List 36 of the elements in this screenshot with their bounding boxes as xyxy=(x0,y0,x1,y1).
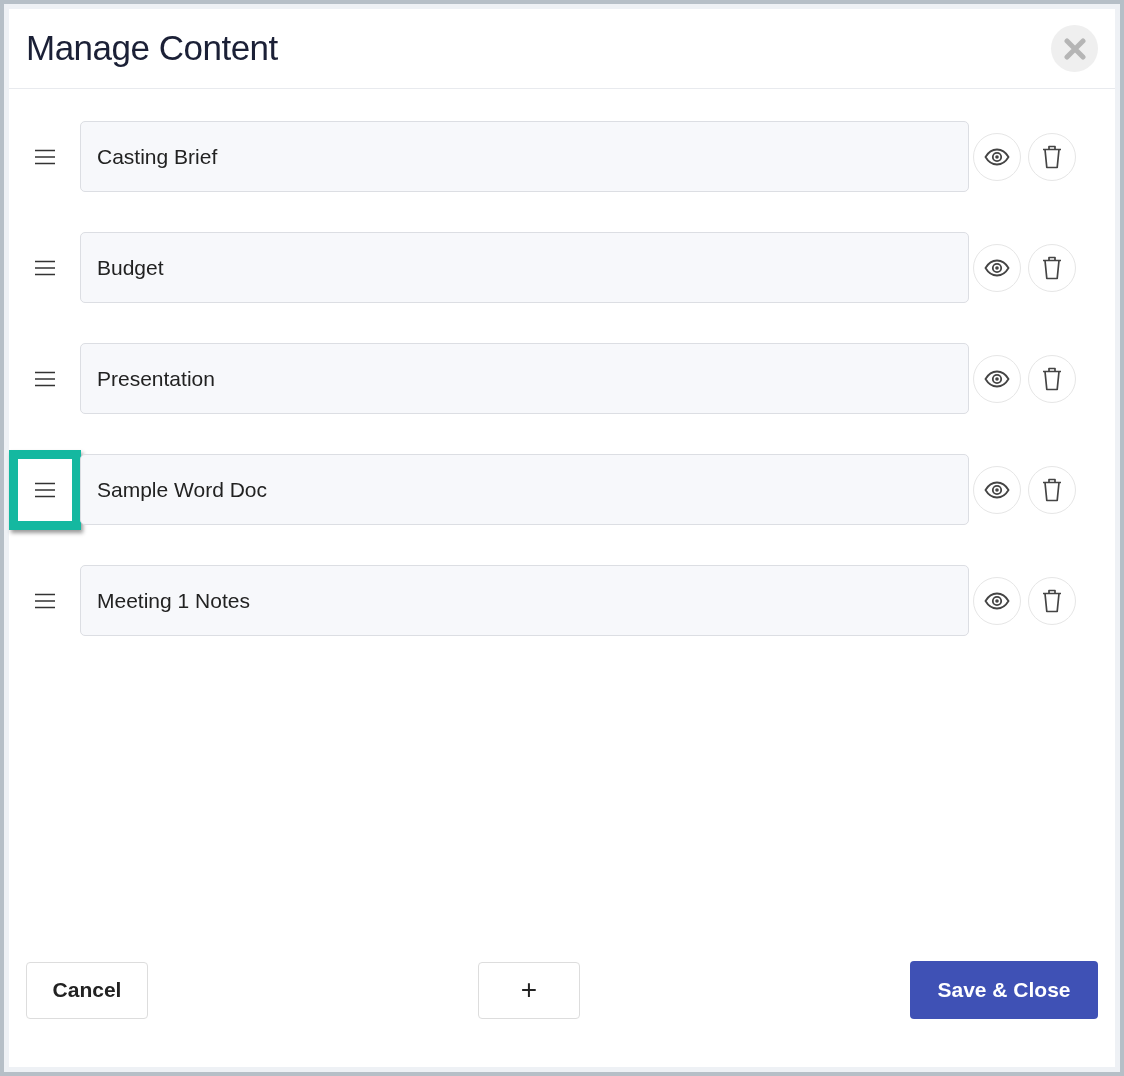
drag-handle-icon xyxy=(34,592,56,609)
delete-button[interactable] xyxy=(1028,132,1076,181)
drag-handle-icon xyxy=(34,481,56,498)
item-name-field[interactable]: Presentation xyxy=(80,343,969,414)
trash-icon xyxy=(1042,366,1062,391)
eye-icon xyxy=(984,591,1010,610)
delete-button[interactable] xyxy=(1028,243,1076,292)
trash-icon xyxy=(1042,588,1062,613)
dialog-title: Manage Content xyxy=(26,27,278,70)
eye-icon xyxy=(984,147,1010,166)
drag-handle-icon xyxy=(34,148,56,165)
drag-handle-icon xyxy=(34,370,56,387)
eye-icon xyxy=(984,258,1010,277)
eye-icon xyxy=(984,480,1010,499)
item-name-field[interactable]: Sample Word Doc xyxy=(80,454,969,525)
drag-handle[interactable] xyxy=(9,449,81,530)
delete-button[interactable] xyxy=(1028,465,1076,514)
preview-button[interactable] xyxy=(973,354,1021,403)
delete-button[interactable] xyxy=(1028,576,1076,625)
preview-button[interactable] xyxy=(973,576,1021,625)
trash-icon xyxy=(1042,255,1062,280)
item-name-field[interactable]: Casting Brief xyxy=(80,121,969,192)
preview-button[interactable] xyxy=(973,243,1021,292)
trash-icon xyxy=(1042,144,1062,169)
save-close-button[interactable]: Save & Close xyxy=(910,961,1098,1019)
delete-button[interactable] xyxy=(1028,354,1076,403)
cancel-button[interactable]: Cancel xyxy=(26,961,148,1019)
eye-icon xyxy=(984,369,1010,388)
add-button[interactable]: + xyxy=(478,961,580,1019)
drag-handle-icon xyxy=(34,259,56,276)
close-icon xyxy=(1063,37,1086,60)
item-name-field[interactable]: Meeting 1 Notes xyxy=(80,565,969,636)
trash-icon xyxy=(1042,477,1062,502)
preview-button[interactable] xyxy=(973,132,1021,181)
item-name-field[interactable]: Budget xyxy=(80,232,969,303)
preview-button[interactable] xyxy=(973,465,1021,514)
